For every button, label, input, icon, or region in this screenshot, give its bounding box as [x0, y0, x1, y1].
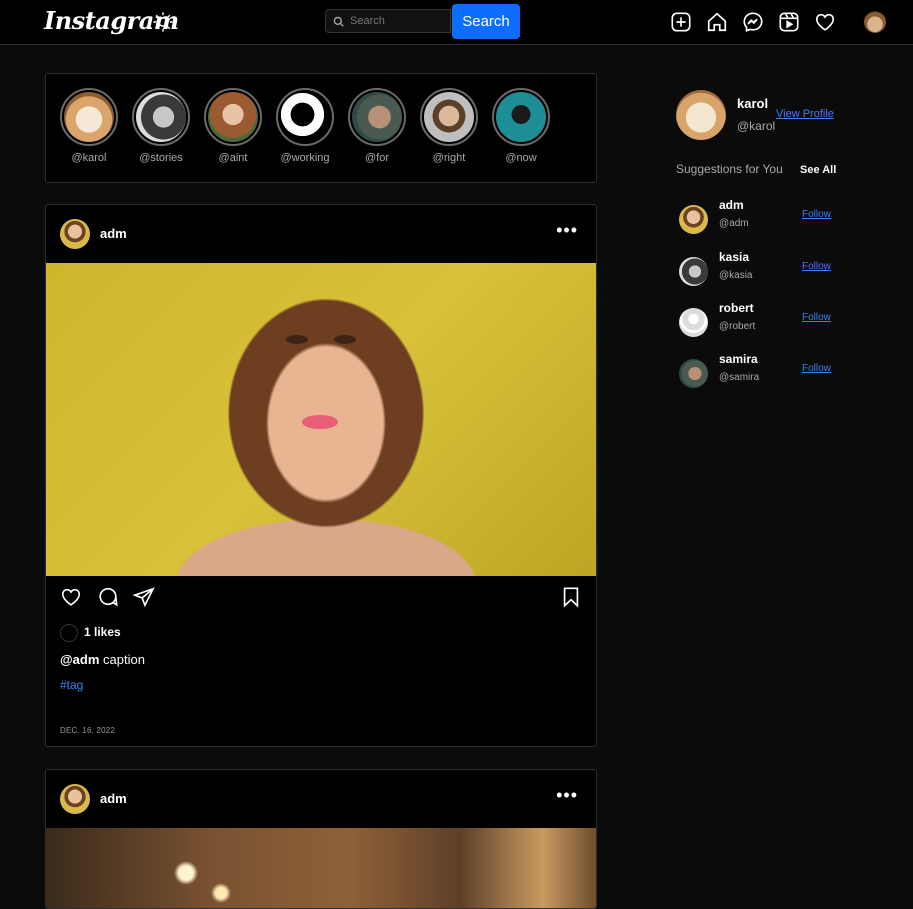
suggestion-avatar[interactable]: [679, 205, 708, 234]
story-item[interactable]: @working: [275, 88, 335, 164]
suggestion-item: robert @robert Follow: [679, 301, 839, 341]
share-icon[interactable]: [133, 586, 155, 608]
post-actions: [46, 576, 596, 620]
story-item[interactable]: @now: [491, 88, 551, 164]
comment-icon[interactable]: [97, 586, 119, 608]
search-button[interactable]: Search: [452, 4, 520, 39]
likes-row: 1 likes: [46, 620, 596, 644]
suggestion-avatar[interactable]: [679, 308, 708, 337]
suggestion-handle: @robert: [719, 321, 756, 332]
story-avatar: [352, 92, 402, 142]
story-item[interactable]: @aint: [203, 88, 263, 164]
current-user-name: karol: [737, 96, 769, 111]
suggestion-name[interactable]: samira: [719, 352, 758, 366]
suggestion-handle: @adm: [719, 218, 749, 229]
post-card: adm ••• 1 likes @adm caption #tag DEC. 1…: [45, 204, 597, 747]
story-avatar: [496, 92, 546, 142]
story-avatar: [64, 92, 114, 142]
suggestion-item: adm @adm Follow: [679, 198, 839, 238]
follow-button[interactable]: Follow: [802, 209, 831, 220]
post-header: adm •••: [46, 205, 596, 263]
suggestion-handle: @samira: [719, 372, 760, 383]
current-user-avatar[interactable]: [676, 90, 726, 140]
post-author-avatar[interactable]: [60, 219, 90, 249]
suggestion-avatar[interactable]: [679, 359, 708, 388]
bookmark-icon[interactable]: [560, 586, 582, 608]
like-heart-icon[interactable]: [60, 586, 82, 608]
story-avatar: [136, 92, 186, 142]
suggestion-name[interactable]: adm: [719, 198, 744, 212]
post-author-avatar[interactable]: [60, 784, 90, 814]
profile-avatar[interactable]: [864, 11, 886, 33]
stories-bar: @karol @stories @aint @working @for @rig…: [45, 73, 597, 183]
home-icon[interactable]: [706, 11, 728, 33]
story-avatar: [208, 92, 258, 142]
post-image[interactable]: [46, 263, 596, 576]
top-navbar: Instagram Search: [0, 0, 913, 45]
post-author-name[interactable]: adm: [100, 791, 127, 806]
story-item[interactable]: @for: [347, 88, 407, 164]
story-item[interactable]: @karol: [59, 88, 119, 164]
search-icon: [333, 16, 344, 27]
story-avatar: [424, 92, 474, 142]
messenger-icon[interactable]: [742, 11, 764, 33]
suggestions-title: Suggestions for You: [676, 162, 783, 176]
follow-button[interactable]: Follow: [802, 261, 831, 272]
suggestion-name[interactable]: kasia: [719, 250, 749, 264]
post-image-detail: [286, 335, 308, 344]
suggestion-name[interactable]: robert: [719, 301, 754, 315]
follow-button[interactable]: Follow: [802, 363, 831, 374]
more-options-icon[interactable]: •••: [556, 221, 578, 239]
current-user-handle: @karol: [737, 119, 776, 133]
suggestion-item: samira @samira Follow: [679, 352, 839, 392]
story-item[interactable]: @right: [419, 88, 479, 164]
post-caption: @adm caption: [46, 644, 596, 672]
suggestion-handle: @kasia: [719, 270, 753, 281]
post-author-name[interactable]: adm: [100, 226, 127, 241]
caption-text: caption: [99, 652, 145, 667]
likes-count[interactable]: 1 likes: [84, 625, 121, 639]
more-options-icon[interactable]: •••: [556, 786, 578, 804]
story-item[interactable]: @stories: [131, 88, 191, 164]
reels-icon[interactable]: [778, 11, 800, 33]
post-image-detail: [334, 335, 356, 344]
new-post-icon[interactable]: [670, 11, 692, 33]
story-avatar: [280, 92, 330, 142]
suggestion-item: kasia @kasia Follow: [679, 250, 839, 290]
post-image-detail: [302, 415, 338, 429]
heart-icon[interactable]: [814, 11, 836, 33]
caption-author[interactable]: @adm: [60, 652, 99, 667]
post-image[interactable]: [46, 828, 596, 908]
post-header: adm •••: [46, 770, 596, 828]
post-hashtag[interactable]: #tag: [46, 672, 596, 698]
search-box: [325, 9, 451, 33]
see-all-link[interactable]: See All: [800, 164, 836, 176]
post-card: adm •••: [45, 769, 597, 909]
follow-button[interactable]: Follow: [802, 312, 831, 323]
theme-toggle-sun-icon[interactable]: [152, 11, 174, 33]
view-profile-link[interactable]: View Profile: [776, 108, 834, 120]
suggestion-avatar[interactable]: [679, 257, 708, 286]
search-input[interactable]: [350, 13, 446, 29]
liker-avatar: [60, 624, 78, 642]
post-date: DEC. 16, 2022: [60, 726, 116, 735]
